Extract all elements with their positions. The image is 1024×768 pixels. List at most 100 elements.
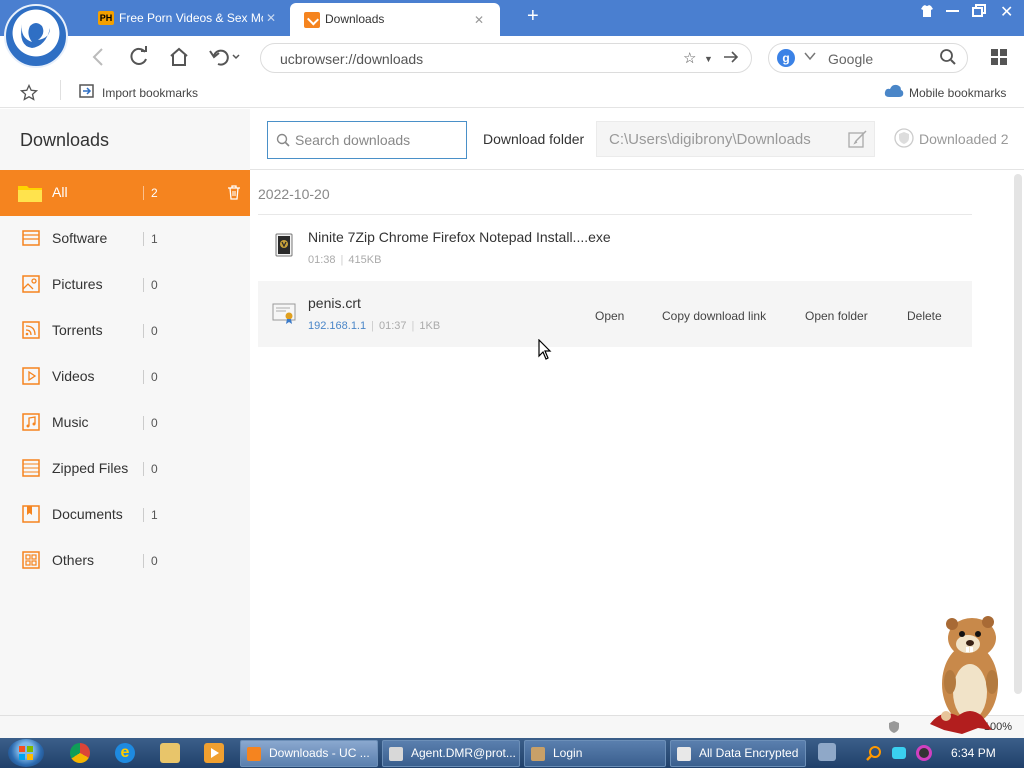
download-meta: 01:38 | 415KB (308, 254, 382, 266)
file-explorer-icon[interactable] (160, 743, 180, 763)
skin-icon[interactable] (920, 4, 934, 21)
tab-label: Free Porn Videos & Sex Movies (119, 11, 263, 25)
new-tab-button[interactable]: + (527, 4, 539, 28)
delete-button[interactable]: Delete (907, 309, 942, 323)
picture-icon (22, 275, 40, 293)
mobile-bookmarks-link[interactable]: Mobile bookmarks (909, 86, 1006, 100)
music-icon (22, 413, 40, 431)
home-icon[interactable] (168, 46, 190, 68)
reload-icon[interactable] (128, 46, 150, 68)
close-tab-icon[interactable]: ✕ (474, 6, 484, 34)
restore-icon[interactable] (972, 4, 986, 21)
sidebar-item-zipped-files[interactable]: Zipped Files 0 (0, 446, 250, 492)
open-folder-button[interactable]: Open folder (805, 309, 868, 323)
download-item[interactable]: Ninite 7Zip Chrome Firefox Notepad Insta… (258, 215, 972, 281)
apps-grid-icon[interactable] (990, 48, 1008, 71)
sidebar-item-videos[interactable]: Videos 0 (0, 354, 250, 400)
search-engine-icon[interactable]: g (777, 49, 795, 67)
search-downloads-input[interactable] (295, 132, 460, 148)
desktop-buddy-hamster[interactable] (922, 612, 1012, 738)
download-meta: 192.168.1.1 | 01:37 | 1KB (308, 320, 441, 332)
cloud-icon[interactable] (884, 83, 904, 102)
magnifier-icon[interactable] (866, 745, 882, 761)
back-icon[interactable] (88, 46, 110, 68)
tab-porn-site[interactable]: PH Free Porn Videos & Sex Movies ✕ (90, 4, 286, 32)
close-window-icon[interactable]: ✕ (1000, 2, 1013, 22)
software-icon (22, 230, 40, 246)
internet-explorer-icon[interactable]: e (115, 743, 135, 763)
minimize-icon[interactable] (946, 10, 959, 12)
taskbar-item-all-data-encrypted[interactable]: All Data Encrypted (670, 740, 806, 767)
download-size: 1KB (419, 320, 441, 332)
download-folder-field[interactable]: C:\Users\digibrony\Downloads (596, 121, 875, 157)
network-icon[interactable] (892, 747, 906, 759)
chrome-icon[interactable] (70, 743, 90, 763)
mouse-cursor-icon (538, 338, 552, 366)
sidebar-item-music[interactable]: Music 0 (0, 400, 250, 446)
undo-icon[interactable] (208, 46, 242, 68)
search-icon (276, 133, 290, 152)
uc-browser-icon (247, 747, 261, 761)
address-url: ucbrowser://downloads (280, 51, 424, 67)
video-icon (22, 367, 40, 385)
edit-icon[interactable] (848, 130, 868, 153)
download-item[interactable]: penis.crt 192.168.1.1 | 01:37 | 1KB Open Cop… (258, 281, 972, 347)
sidebar-item-torrents[interactable]: Torrents 0 (0, 308, 250, 354)
sidebar-item-label: Software (52, 230, 108, 246)
search-engine-name: Google (828, 51, 874, 67)
media-player-icon[interactable] (204, 743, 224, 763)
star-bookmark-icon[interactable]: ☆ (683, 49, 696, 67)
download-size: 415KB (348, 254, 382, 266)
search-downloads-field[interactable] (267, 121, 467, 159)
download-filename[interactable]: penis.crt (308, 295, 361, 311)
taskbar-item-login[interactable]: Login (524, 740, 666, 767)
import-bookmarks-link[interactable]: Import bookmarks (102, 86, 198, 100)
sidebar-item-all[interactable]: All 2 (0, 170, 250, 216)
sidebar-item-documents[interactable]: Documents 1 (0, 492, 250, 538)
sidebar-item-label: Pictures (52, 276, 103, 292)
divider (60, 80, 61, 100)
copy-download-link-button[interactable]: Copy download link (662, 309, 766, 323)
close-tab-icon[interactable]: ✕ (266, 4, 276, 32)
import-icon[interactable] (79, 83, 95, 102)
search-icon[interactable] (939, 48, 957, 71)
folder-icon (18, 186, 42, 202)
certificate-file-icon (272, 301, 298, 330)
chevron-down-icon[interactable] (804, 50, 816, 65)
document-icon (22, 505, 40, 523)
tab-downloads[interactable]: Downloads ✕ (290, 3, 500, 36)
search-box[interactable]: g Google (768, 43, 968, 73)
address-bar[interactable]: ucbrowser://downloads ☆ ▼ (260, 43, 752, 73)
taskbar-item-downloads[interactable]: Downloads - UC ... (240, 740, 378, 767)
sidebar-item-software[interactable]: Software 1 (0, 216, 250, 262)
sidebar-item-pictures[interactable]: Pictures 0 (0, 262, 250, 308)
status-bar: 100% (0, 715, 1024, 738)
uc-browser-logo[interactable] (4, 4, 68, 68)
exe-file-icon (274, 233, 294, 262)
sidebar-item-count: 0 (143, 462, 158, 476)
trash-icon[interactable] (226, 184, 242, 205)
site-favicon: PH (98, 11, 114, 25)
scrollbar[interactable] (1012, 170, 1024, 715)
tray-app-icon[interactable] (818, 743, 836, 761)
download-time: 01:37 (378, 320, 407, 332)
download-folder-path: C:\Users\digibrony\Downloads (609, 131, 811, 148)
downloaded-count: Downloaded 2 (894, 128, 1009, 148)
open-button[interactable]: Open (595, 309, 624, 323)
shield-status-icon[interactable] (888, 720, 900, 739)
others-icon (22, 551, 40, 569)
volume-icon[interactable] (916, 745, 932, 761)
start-button[interactable] (8, 739, 44, 767)
taskbar-item-label: All Data Encrypted (699, 746, 799, 760)
taskbar-item-agent[interactable]: Agent.DMR@prot... (382, 740, 520, 767)
zip-icon (22, 459, 40, 477)
star-icon[interactable] (19, 83, 39, 105)
download-source-link[interactable]: 192.168.1.1 (308, 320, 366, 332)
sidebar-item-label: Music (52, 414, 89, 430)
download-filename[interactable]: Ninite 7Zip Chrome Firefox Notepad Insta… (308, 229, 611, 245)
sidebar-item-others[interactable]: Others 0 (0, 538, 250, 584)
scrollbar-thumb[interactable] (1014, 174, 1022, 694)
taskbar-clock[interactable]: 6:34 PM (951, 746, 996, 760)
chevron-down-icon[interactable]: ▼ (704, 54, 713, 64)
go-arrow-icon[interactable] (723, 49, 739, 69)
